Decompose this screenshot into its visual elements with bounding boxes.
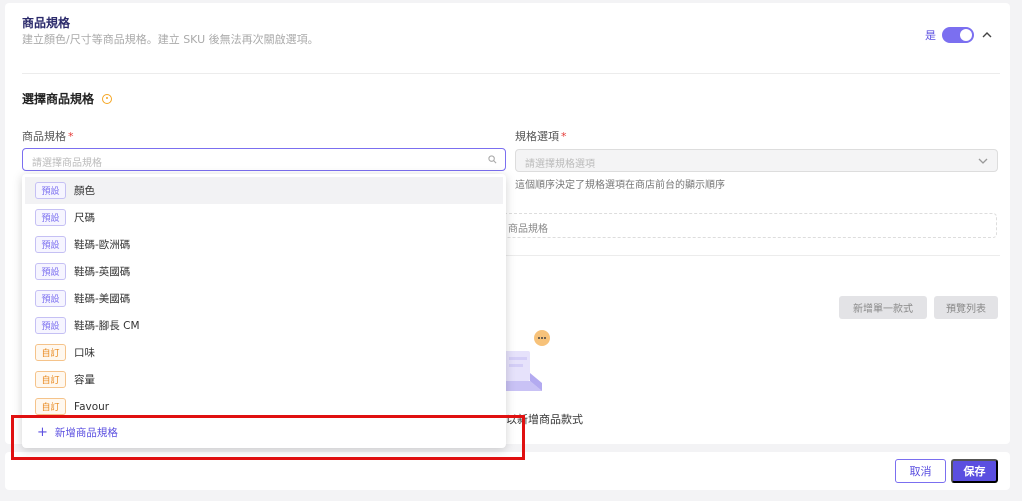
preset-tag: 預設	[35, 182, 66, 199]
spec-field-label-text: 商品規格	[22, 130, 66, 143]
add-single-variant-button[interactable]: 新增單一款式	[839, 296, 927, 319]
chevron-down-icon	[978, 158, 988, 164]
toggle-label: 是	[925, 29, 936, 42]
option-field-label: 規格選項 *	[515, 128, 567, 144]
section-title: 商品規格	[22, 16, 71, 30]
cancel-button[interactable]: 取消	[895, 459, 946, 483]
custom-tag: 自訂	[35, 398, 66, 415]
custom-tag: 自訂	[35, 344, 66, 361]
dropdown-item-label: 顏色	[74, 185, 95, 197]
option-order-hint: 這個順序決定了規格選項在商店前台的顯示順序	[515, 180, 725, 191]
preset-tag: 預設	[35, 317, 66, 334]
dropdown-item[interactable]: 預設 顏色	[25, 177, 503, 204]
dropdown-item-label: 鞋碼-美國碼	[74, 293, 131, 305]
dropdown-item-label: 容量	[74, 374, 95, 386]
preview-list-button[interactable]: 預覽列表	[934, 296, 998, 319]
dropdown-item[interactable]: 預設 鞋碼-英國碼	[25, 258, 503, 285]
dropdown-item-label: Favour	[74, 400, 110, 413]
preset-tag: 預設	[35, 236, 66, 253]
custom-tag: 自訂	[35, 371, 66, 388]
dropdown-item-label: 尺碼	[74, 212, 95, 224]
spec-dropdown-menu: 預設 顏色 預設 尺碼 預設 鞋碼-歐洲碼 預設 鞋碼-英國碼 預設 鞋碼-美國…	[22, 174, 506, 448]
dropdown-item[interactable]: 預設 鞋碼-美國碼	[25, 285, 503, 312]
dropdown-item-label: 鞋碼-歐洲碼	[74, 239, 131, 251]
spec-field-label: 商品規格 *	[22, 128, 74, 144]
dropdown-item[interactable]: 預設 尺碼	[25, 204, 503, 231]
required-mark: *	[561, 130, 567, 143]
toggle-knob	[960, 29, 972, 41]
select-spec-heading: 選擇商品規格	[22, 90, 113, 107]
dropdown-item-label: 口味	[74, 347, 95, 359]
save-button[interactable]: 保存	[951, 459, 998, 483]
info-icon[interactable]	[102, 93, 113, 104]
spec-search-placeholder: 請選擇商品規格	[32, 158, 102, 169]
option-select[interactable]: 請選擇規格選項	[515, 149, 998, 172]
empty-box-icon	[504, 330, 550, 391]
search-icon	[488, 155, 497, 164]
spec-toggle[interactable]	[942, 27, 974, 43]
spec-toggle-group: 是	[925, 27, 994, 43]
select-spec-title: 選擇商品規格	[22, 92, 95, 106]
option-select-placeholder: 請選擇規格選項	[525, 159, 595, 170]
highlight-annotation-box	[11, 415, 525, 460]
dropdown-item[interactable]: 自訂 口味	[25, 339, 503, 366]
required-mark: *	[68, 130, 74, 143]
preset-tag: 預設	[35, 290, 66, 307]
dropdown-item[interactable]: 預設 鞋碼-腳長 CM	[25, 312, 503, 339]
option-field-label-text: 規格選項	[515, 130, 559, 143]
section-divider	[22, 73, 1000, 74]
section-description: 建立顏色/尺寸等商品規格。建立 SKU 後無法再次關啟選項。	[22, 33, 319, 46]
dropdown-item-label: 鞋碼-英國碼	[74, 266, 131, 278]
preset-tag: 預設	[35, 209, 66, 226]
spec-search-input[interactable]: 請選擇商品規格	[22, 148, 506, 171]
dropdown-item[interactable]: 自訂 容量	[25, 366, 503, 393]
add-spec-box[interactable]: 商品規格	[500, 213, 997, 238]
preset-tag: 預設	[35, 263, 66, 280]
dropdown-item[interactable]: 預設 鞋碼-歐洲碼	[25, 231, 503, 258]
dropdown-item-label: 鞋碼-腳長 CM	[74, 320, 140, 332]
chevron-up-icon[interactable]	[980, 28, 994, 42]
